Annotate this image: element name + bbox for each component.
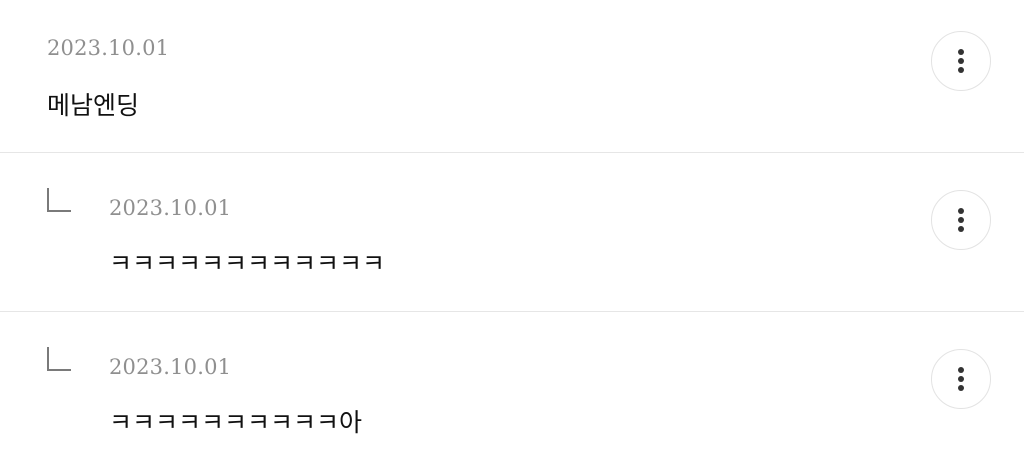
comment-text: 메남엔딩 xyxy=(47,91,140,120)
more-options-button[interactable] xyxy=(931,31,991,91)
more-vertical-icon xyxy=(958,49,964,73)
reply-item: 2023.10.01 ㅋㅋㅋㅋㅋㅋㅋㅋㅋㅋ아 xyxy=(0,313,1024,469)
reply-date: 2023.10.01 xyxy=(109,196,232,220)
reply-text: ㅋㅋㅋㅋㅋㅋㅋㅋㅋㅋㅋㅋ xyxy=(109,249,386,278)
more-vertical-icon xyxy=(958,208,964,232)
comment-item: 2023.10.01 메남엔딩 xyxy=(0,0,1024,153)
reply-date: 2023.10.01 xyxy=(109,355,232,379)
reply-arrow-icon xyxy=(47,347,71,371)
reply-text: ㅋㅋㅋㅋㅋㅋㅋㅋㅋㅋ아 xyxy=(109,408,363,437)
comment-date: 2023.10.01 xyxy=(47,36,170,60)
more-vertical-icon xyxy=(958,367,964,391)
reply-arrow-icon xyxy=(47,188,71,212)
more-options-button[interactable] xyxy=(931,190,991,250)
more-options-button[interactable] xyxy=(931,349,991,409)
reply-item: 2023.10.01 ㅋㅋㅋㅋㅋㅋㅋㅋㅋㅋㅋㅋ xyxy=(0,154,1024,312)
